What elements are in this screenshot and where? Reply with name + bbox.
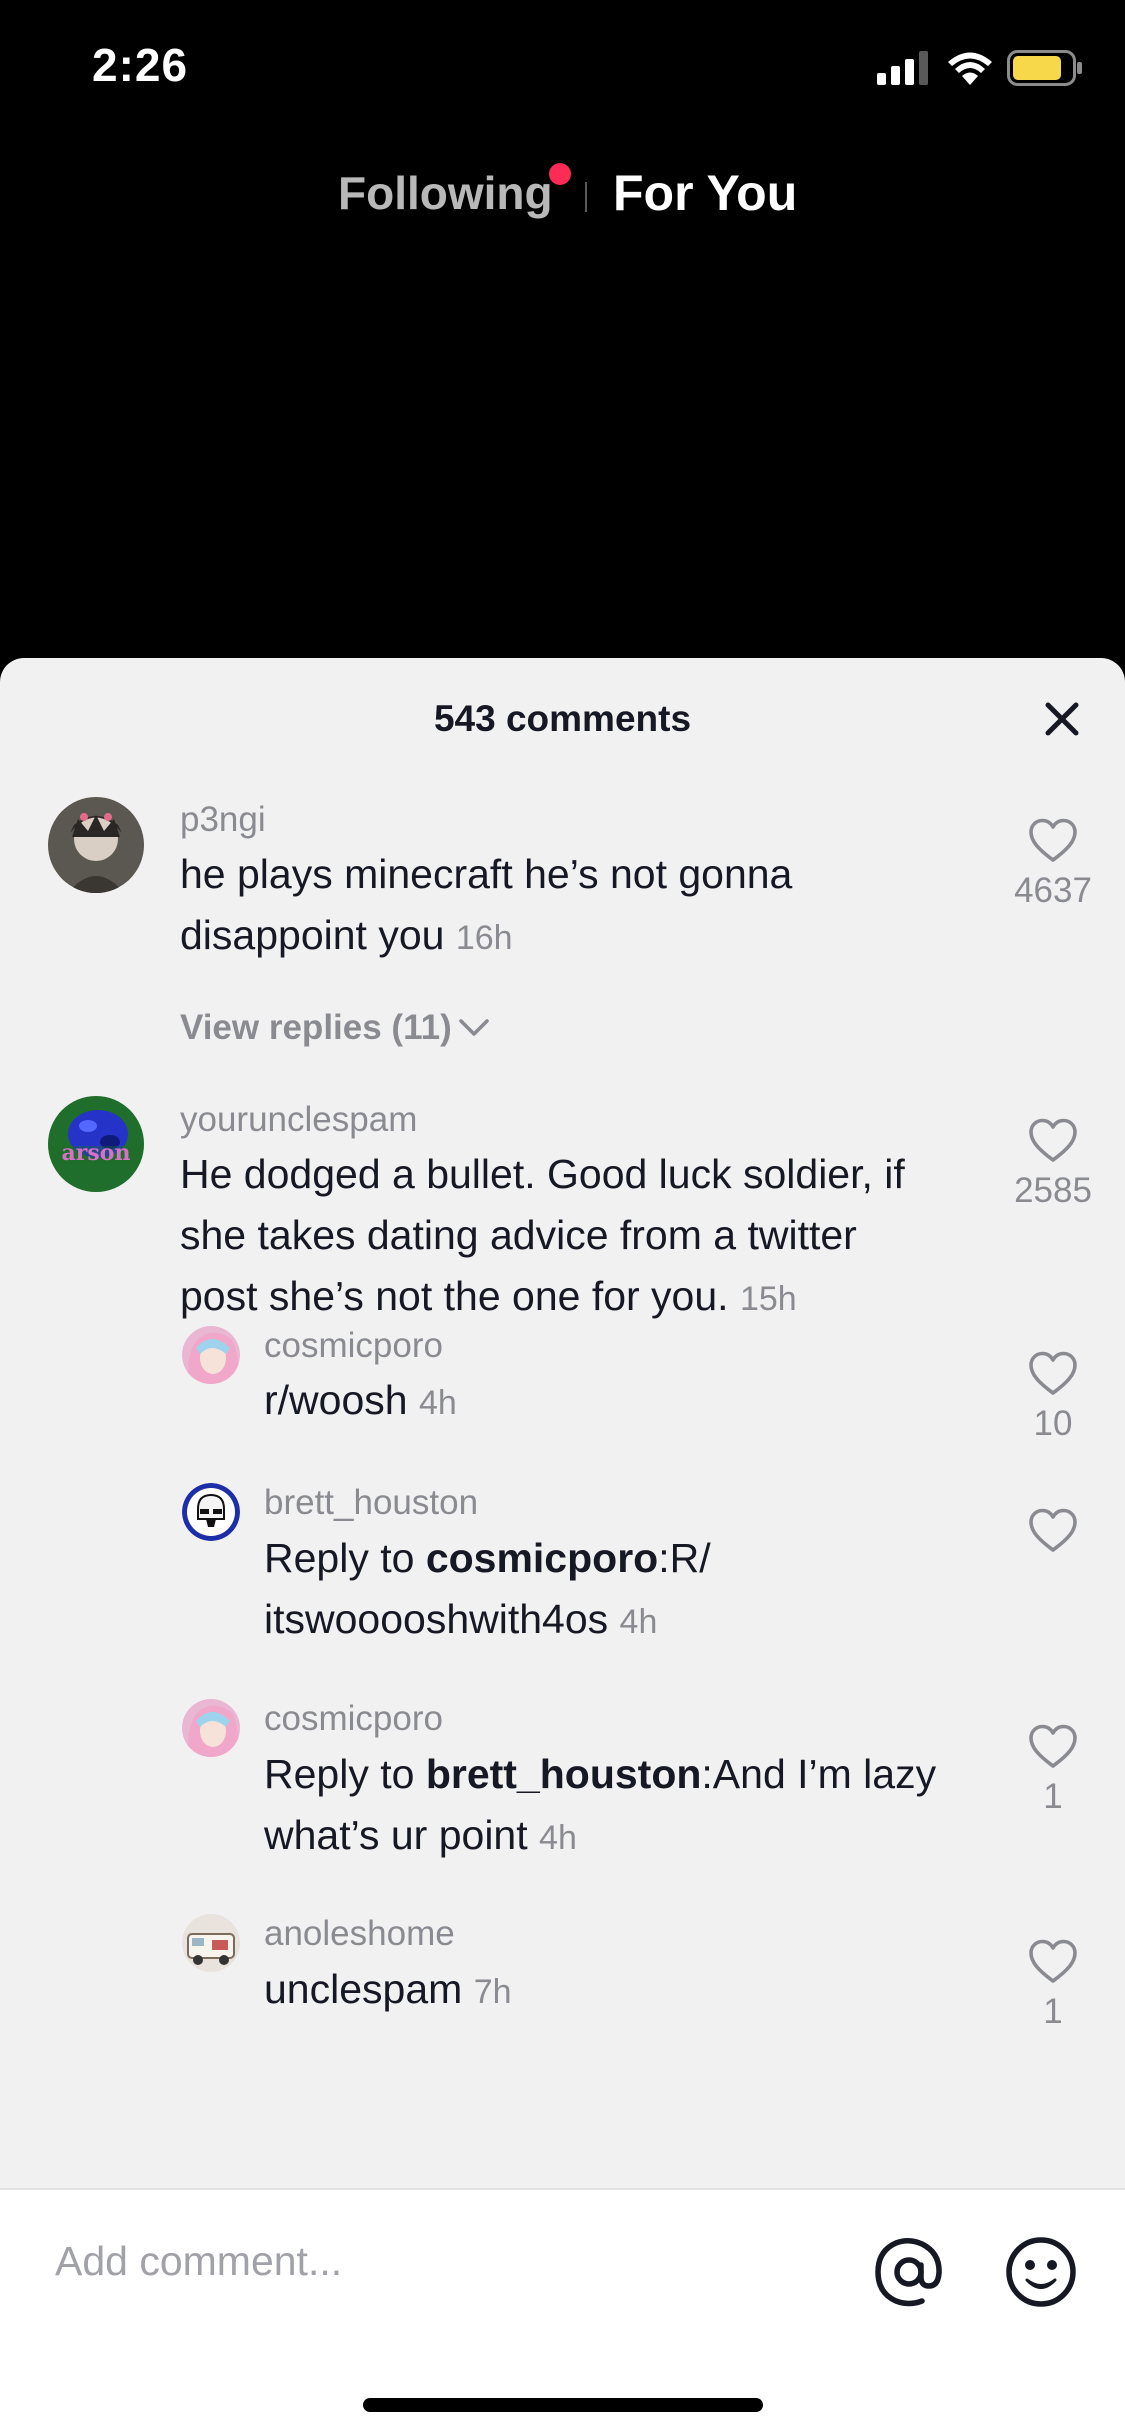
reply-prefix: Reply to	[264, 1751, 426, 1797]
reply-text-line2: itswooooshwith4os	[264, 1596, 609, 1642]
tab-for-you[interactable]: For You	[613, 164, 797, 222]
comments-sheet: 543 comments p3ngi he plays minecraft he…	[0, 658, 1125, 2436]
home-indicator[interactable]	[363, 2398, 763, 2412]
comment-text-line-last: post she’s not the one for you. 15h	[180, 1266, 1010, 1330]
notification-dot	[549, 163, 571, 185]
wifi-icon	[948, 52, 992, 85]
reply-text-rest: :And I’m lazy	[701, 1751, 937, 1797]
reply-text: unclespam 7h	[264, 1959, 984, 2023]
reply-username[interactable]: brett_houston	[264, 1483, 478, 1523]
status-bar: 2:26	[0, 0, 1125, 140]
reply-text-line: what’s ur point 4h	[264, 1805, 1004, 1869]
reply-text-rest: :R/	[658, 1535, 711, 1581]
like-count: 4637	[1014, 871, 1092, 910]
view-replies-label: View replies (11)	[180, 1008, 452, 1047]
reply-text: r/woosh 4h	[264, 1370, 984, 1434]
comment-text-line-last: disappoint you 16h	[180, 905, 1000, 969]
heart-icon	[1029, 1939, 1077, 1983]
like-count: 1	[1043, 1777, 1063, 1816]
comment-text: he plays minecraft he’s not gonna disapp…	[180, 844, 1000, 969]
screen: 2:26 Following For You 543 comments p3ng…	[0, 0, 1125, 2436]
emoji-icon	[1006, 2237, 1076, 2307]
comment-username[interactable]: p3ngi	[180, 800, 266, 840]
avatar-text: arson	[62, 1140, 131, 1166]
comment-text-line: disappoint you	[180, 912, 445, 958]
at-icon	[875, 2238, 942, 2307]
reply-text-line2: what’s ur point	[264, 1812, 528, 1858]
heart-icon	[1029, 818, 1077, 862]
status-time: 2:26	[92, 39, 189, 91]
reply-prefix: Reply to	[264, 1535, 426, 1581]
view-replies-button[interactable]: View replies (11)	[180, 1008, 490, 1048]
avatar[interactable]	[48, 797, 144, 893]
like-count: 10	[1033, 1404, 1073, 1443]
avatar[interactable]	[182, 1914, 240, 1972]
reply-text-body: r/woosh	[264, 1377, 408, 1423]
comment-time: 15h	[739, 1280, 797, 1318]
like-button[interactable]: 4637	[1003, 818, 1103, 911]
close-button[interactable]	[1037, 694, 1087, 744]
like-button[interactable]: 10	[1003, 1351, 1103, 1444]
reply-text: Reply to brett_houston:And I’m lazy what…	[264, 1744, 1004, 1869]
comment-input[interactable]: Add comment...	[55, 2238, 342, 2285]
comment-time: 16h	[455, 919, 513, 957]
reply-text: Reply to cosmicporo:R/ itswooooshwith4os…	[264, 1528, 984, 1653]
like-count: 1	[1043, 1992, 1063, 2031]
mention-button[interactable]	[872, 2235, 946, 2309]
reply-text-line: Reply to brett_houston:And I’m lazy	[264, 1744, 1004, 1805]
reply-username[interactable]: cosmicporo	[264, 1699, 443, 1739]
signal-icon	[877, 51, 928, 85]
like-button[interactable]	[1003, 1508, 1103, 1559]
comment-username[interactable]: yourunclespam	[180, 1100, 417, 1140]
reply-time: 4h	[619, 1603, 658, 1641]
emoji-button[interactable]	[1004, 2235, 1078, 2309]
reply-text-line: itswooooshwith4os 4h	[264, 1589, 984, 1653]
reply-mention[interactable]: brett_houston	[426, 1751, 702, 1797]
heart-icon	[1029, 1118, 1077, 1162]
comment-text-line: he plays minecraft he’s not gonna	[180, 851, 793, 897]
heart-icon	[1029, 1351, 1077, 1395]
nav-divider	[585, 182, 587, 212]
like-button[interactable]: 1	[1003, 1939, 1103, 2032]
sheet-header: 543 comments	[0, 658, 1125, 778]
chevron-down-icon	[458, 1019, 489, 1036]
avatar[interactable]	[182, 1699, 240, 1757]
reply-time: 4h	[418, 1384, 457, 1422]
close-icon	[1045, 702, 1079, 736]
comments-count-title: 543 comments	[433, 698, 692, 739]
like-button[interactable]: 2585	[1003, 1118, 1103, 1211]
like-button[interactable]: 1	[1003, 1724, 1103, 1817]
comments-list[interactable]: p3ngi he plays minecraft he’s not gonna …	[0, 778, 1125, 2068]
battery-icon	[1007, 50, 1082, 86]
comment-text-line: He dodged a bullet. Good luck soldier, i…	[180, 1151, 905, 1197]
reply-time: 7h	[473, 1973, 512, 2011]
top-nav: Following For You	[0, 160, 1125, 240]
reply-text-body: unclespam	[264, 1966, 463, 2012]
avatar[interactable]	[182, 1483, 240, 1541]
comment-text-line: post she’s not the one for you.	[180, 1273, 729, 1319]
avatar[interactable]: arson	[48, 1096, 144, 1192]
tab-following[interactable]: Following	[338, 166, 553, 220]
reply-username[interactable]: anoleshome	[264, 1914, 455, 1954]
reply-mention[interactable]: cosmicporo	[426, 1535, 658, 1581]
reply-username[interactable]: cosmicporo	[264, 1326, 443, 1366]
reply-time: 4h	[539, 1819, 577, 1857]
status-icons	[877, 50, 1083, 86]
comment-text-line: she takes dating advice from a twitter	[180, 1212, 857, 1258]
avatar[interactable]	[182, 1326, 240, 1384]
heart-icon	[1029, 1508, 1077, 1552]
heart-icon	[1029, 1724, 1077, 1768]
reply-text-line: Reply to cosmicporo:R/	[264, 1528, 984, 1589]
like-count: 2585	[1014, 1171, 1092, 1210]
comment-text: He dodged a bullet. Good luck soldier, i…	[180, 1144, 1010, 1330]
